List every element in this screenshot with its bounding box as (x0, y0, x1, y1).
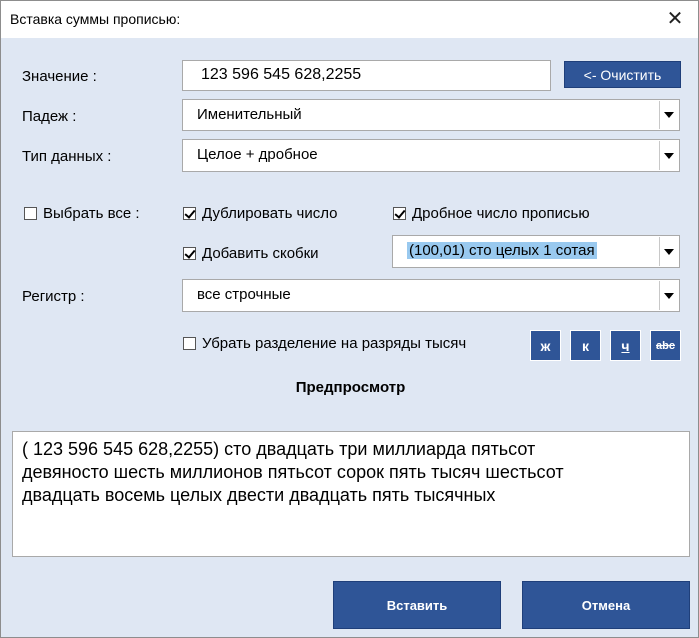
select-all-label: Выбрать все : (43, 205, 140, 222)
brackets-checkbox[interactable]: Добавить скобки (183, 245, 319, 262)
brackets-label: Добавить скобки (202, 245, 319, 262)
fraction-format-value: (100,01) сто целых 1 сотая (407, 242, 597, 259)
close-icon[interactable]: ✕ (652, 1, 698, 38)
register-dropdown-button[interactable] (659, 281, 678, 310)
case-select-value: Именительный (197, 106, 302, 123)
chevron-down-icon (664, 152, 674, 159)
no-separators-label: Убрать разделение на разряды тысяч (202, 335, 467, 352)
checkbox-box[interactable] (183, 337, 196, 350)
bold-button[interactable]: ж (530, 330, 561, 361)
value-input[interactable]: 123 596 545 628,2255 (182, 60, 551, 91)
register-select-value: все строчные (197, 286, 291, 303)
chevron-down-icon (664, 112, 674, 118)
fraction-format-dropdown-button[interactable] (659, 237, 678, 266)
checkbox-box-checked[interactable] (393, 207, 406, 220)
cancel-button[interactable]: Отмена (522, 581, 690, 629)
preview-line-2: девяносто шесть миллионов пятьсот сорок … (22, 462, 564, 482)
datatype-dropdown-button[interactable] (659, 141, 678, 170)
dialog-window: Вставка суммы прописью: ✕ Значение : 123… (0, 0, 699, 638)
strikethrough-button[interactable]: abc (650, 330, 681, 361)
duplicate-label: Дублировать число (202, 205, 338, 222)
value-label: Значение : (22, 68, 97, 85)
case-select[interactable]: Именительный (182, 99, 680, 131)
window-title: Вставка суммы прописью: (10, 11, 181, 27)
no-separators-checkbox[interactable]: Убрать разделение на разряды тысяч (183, 335, 466, 352)
title-bar: Вставка суммы прописью: ✕ (1, 1, 698, 38)
case-label: Падеж : (22, 108, 77, 125)
register-select[interactable]: все строчные (182, 279, 680, 312)
preview-line-3: двадцать восемь целых двести двадцать пя… (22, 485, 496, 505)
register-label: Регистр : (22, 288, 85, 305)
datatype-label: Тип данных : (22, 148, 112, 165)
preview-line-1: ( 123 596 545 628,2255) сто двадцать три… (22, 439, 536, 459)
preview-textbox[interactable]: ( 123 596 545 628,2255) сто двадцать три… (12, 431, 690, 557)
duplicate-checkbox[interactable]: Дублировать число (183, 205, 338, 222)
italic-button[interactable]: к (570, 330, 601, 361)
checkbox-box-checked[interactable] (183, 207, 196, 220)
fraction-words-checkbox[interactable]: Дробное число прописью (393, 205, 590, 222)
datatype-select-value: Целое + дробное (197, 146, 318, 163)
insert-button[interactable]: Вставить (333, 581, 501, 629)
fraction-words-label: Дробное число прописью (412, 205, 590, 222)
checkbox-box-checked[interactable] (183, 247, 196, 260)
chevron-down-icon (664, 292, 674, 299)
clear-button[interactable]: <- Очистить (564, 61, 681, 88)
select-all-checkbox[interactable]: Выбрать все : (24, 205, 140, 222)
fraction-format-select[interactable]: (100,01) сто целых 1 сотая (392, 235, 680, 268)
value-input-text: 123 596 545 628,2255 (201, 66, 362, 83)
preview-heading: Предпросмотр (295, 379, 406, 396)
chevron-down-icon (664, 248, 674, 255)
underline-button[interactable]: ч (610, 330, 641, 361)
checkbox-box[interactable] (24, 207, 37, 220)
case-dropdown-button[interactable] (659, 101, 678, 129)
datatype-select[interactable]: Целое + дробное (182, 139, 680, 172)
